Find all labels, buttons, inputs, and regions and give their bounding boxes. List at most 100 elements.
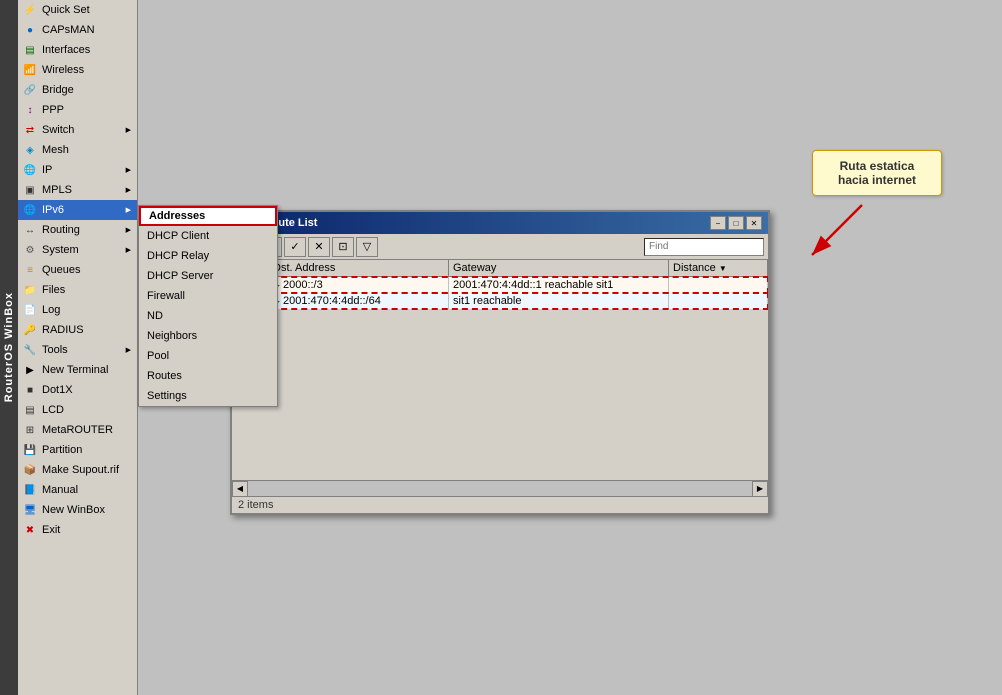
sidebar-item-dot1x[interactable]: ■ Dot1X bbox=[18, 380, 137, 400]
sidebar-label-interfaces: Interfaces bbox=[42, 44, 90, 56]
column-gateway[interactable]: Gateway bbox=[449, 260, 669, 277]
metarouter-icon: ⊞ bbox=[22, 422, 38, 438]
submenu-item-settings[interactable]: Settings bbox=[139, 386, 277, 406]
sidebar-item-mpls[interactable]: ▣ MPLS bbox=[18, 180, 137, 200]
winbox-text: RouterOS WinBox bbox=[3, 292, 15, 402]
addresses-label: Addresses bbox=[149, 210, 205, 222]
submenu-item-addresses[interactable]: Addresses bbox=[139, 206, 277, 226]
sidebar-item-switch[interactable]: ⇄ Switch bbox=[18, 120, 137, 140]
sidebar-label-manual: Manual bbox=[42, 484, 78, 496]
submenu-item-dhcp-relay[interactable]: DHCP Relay bbox=[139, 246, 277, 266]
dhcp-client-label: DHCP Client bbox=[147, 230, 209, 242]
pool-label: Pool bbox=[147, 350, 169, 362]
submenu-item-neighbors[interactable]: Neighbors bbox=[139, 326, 277, 346]
wireless-icon: 📶 bbox=[22, 62, 38, 78]
route-table-container: Dst. Address Gateway Distance ▼ AS ▶ 200… bbox=[232, 260, 768, 480]
queues-icon: ≡ bbox=[22, 262, 38, 278]
column-dst-address[interactable]: Dst. Address bbox=[269, 260, 449, 277]
submenu-item-dhcp-server[interactable]: DHCP Server bbox=[139, 266, 277, 286]
row-gateway-as: 2001:470:4:4dd::1 reachable sit1 bbox=[449, 277, 669, 294]
routes-label: Routes bbox=[147, 370, 182, 382]
scroll-track[interactable] bbox=[248, 481, 752, 496]
sidebar-item-lcd[interactable]: ▤ LCD bbox=[18, 400, 137, 420]
routing-icon: ↔ bbox=[22, 222, 38, 238]
sidebar-item-metarouter[interactable]: ⊞ MetaROUTER bbox=[18, 420, 137, 440]
sidebar-item-interfaces[interactable]: ▤ Interfaces bbox=[18, 40, 137, 60]
scroll-left-button[interactable]: ◀ bbox=[232, 481, 248, 497]
sidebar-label-metarouter: MetaROUTER bbox=[42, 424, 113, 436]
submenu-item-nd[interactable]: ND bbox=[139, 306, 277, 326]
sidebar-label-log: Log bbox=[42, 304, 60, 316]
sidebar-item-radius[interactable]: 🔑 RADIUS bbox=[18, 320, 137, 340]
sidebar-item-files[interactable]: 📁 Files bbox=[18, 280, 137, 300]
sidebar-item-routing[interactable]: ↔ Routing bbox=[18, 220, 137, 240]
submenu-item-routes[interactable]: Routes bbox=[139, 366, 277, 386]
table-row[interactable]: AS ▶ 2000::/3 2001:470:4:4dd::1 reachabl… bbox=[232, 277, 768, 294]
route-window: IPv6 Route List − □ ✕ + − ✓ ✕ ⊡ ▽ Dst. A… bbox=[230, 210, 770, 515]
switch-icon: ⇄ bbox=[22, 122, 38, 138]
sidebar-item-mesh[interactable]: ◈ Mesh bbox=[18, 140, 137, 160]
cross-button[interactable]: ✕ bbox=[308, 237, 330, 257]
nd-label: ND bbox=[147, 310, 163, 322]
sidebar-item-ppp[interactable]: ↕ PPP bbox=[18, 100, 137, 120]
route-scrollbar: ◀ ▶ bbox=[232, 480, 768, 496]
scroll-right-button[interactable]: ▶ bbox=[752, 481, 768, 497]
close-button[interactable]: ✕ bbox=[746, 216, 762, 230]
sidebar-item-ip[interactable]: 🌐 IP bbox=[18, 160, 137, 180]
sidebar-item-bridge[interactable]: 🔗 Bridge bbox=[18, 80, 137, 100]
sidebar-item-partition[interactable]: 💾 Partition bbox=[18, 440, 137, 460]
sidebar-item-make-supout[interactable]: 📦 Make Supout.rif bbox=[18, 460, 137, 480]
minimize-button[interactable]: − bbox=[710, 216, 726, 230]
sidebar-label-files: Files bbox=[42, 284, 65, 296]
filter-button[interactable]: ▽ bbox=[356, 237, 378, 257]
sidebar-label-lcd: LCD bbox=[42, 404, 64, 416]
dhcp-server-label: DHCP Server bbox=[147, 270, 213, 282]
check-button[interactable]: ✓ bbox=[284, 237, 306, 257]
settings-label: Settings bbox=[147, 390, 187, 402]
sidebar: ⚡ Quick Set ● CAPsMAN ▤ Interfaces 📶 Wir… bbox=[18, 0, 138, 695]
sidebar-item-ipv6[interactable]: 🌐 IPv6 bbox=[18, 200, 137, 220]
sidebar-label-new-terminal: New Terminal bbox=[42, 364, 108, 376]
sidebar-label-ip: IP bbox=[42, 164, 52, 176]
make-supout-icon: 📦 bbox=[22, 462, 38, 478]
sidebar-item-manual[interactable]: 📘 Manual bbox=[18, 480, 137, 500]
sidebar-label-switch: Switch bbox=[42, 124, 74, 136]
route-toolbar: + − ✓ ✕ ⊡ ▽ bbox=[232, 234, 768, 260]
sidebar-item-new-winbox[interactable]: 🖥 New WinBox bbox=[18, 500, 137, 520]
mpls-icon: ▣ bbox=[22, 182, 38, 198]
sidebar-label-ipv6: IPv6 bbox=[42, 204, 64, 216]
sidebar-item-system[interactable]: ⚙ System bbox=[18, 240, 137, 260]
sidebar-item-quick-set[interactable]: ⚡ Quick Set bbox=[18, 0, 137, 20]
neighbors-label: Neighbors bbox=[147, 330, 197, 342]
sidebar-label-wireless: Wireless bbox=[42, 64, 84, 76]
interfaces-icon: ▤ bbox=[22, 42, 38, 58]
exit-icon: ✖ bbox=[22, 522, 38, 538]
table-row[interactable]: DAC ▶ 2001:470:4:4dd::/64 sit1 reachable bbox=[232, 293, 768, 309]
sidebar-item-exit[interactable]: ✖ Exit bbox=[18, 520, 137, 540]
sidebar-label-capsman: CAPsMAN bbox=[42, 24, 95, 36]
submenu-item-pool[interactable]: Pool bbox=[139, 346, 277, 366]
row-gateway-dac: sit1 reachable bbox=[449, 293, 669, 309]
sidebar-item-tools[interactable]: 🔧 Tools bbox=[18, 340, 137, 360]
sidebar-item-wireless[interactable]: 📶 Wireless bbox=[18, 60, 137, 80]
sidebar-label-routing: Routing bbox=[42, 224, 80, 236]
route-table: Dst. Address Gateway Distance ▼ AS ▶ 200… bbox=[232, 260, 768, 309]
ipv6-icon: 🌐 bbox=[22, 202, 38, 218]
maximize-button[interactable]: □ bbox=[728, 216, 744, 230]
sidebar-label-system: System bbox=[42, 244, 79, 256]
copy-button[interactable]: ⊡ bbox=[332, 237, 354, 257]
submenu-item-firewall[interactable]: Firewall bbox=[139, 286, 277, 306]
sidebar-item-queues[interactable]: ≡ Queues bbox=[18, 260, 137, 280]
sidebar-item-capsman[interactable]: ● CAPsMAN bbox=[18, 20, 137, 40]
firewall-label: Firewall bbox=[147, 290, 185, 302]
sidebar-item-new-terminal[interactable]: ▶ New Terminal bbox=[18, 360, 137, 380]
submenu-item-dhcp-client[interactable]: DHCP Client bbox=[139, 226, 277, 246]
ipv6-submenu: Addresses DHCP Client DHCP Relay DHCP Se… bbox=[138, 205, 278, 407]
sidebar-label-make-supout: Make Supout.rif bbox=[42, 464, 119, 476]
find-input[interactable] bbox=[644, 238, 764, 256]
ip-icon: 🌐 bbox=[22, 162, 38, 178]
route-window-titlebar: IPv6 Route List − □ ✕ bbox=[232, 212, 768, 234]
tools-icon: 🔧 bbox=[22, 342, 38, 358]
column-distance[interactable]: Distance ▼ bbox=[669, 260, 768, 277]
sidebar-item-log[interactable]: 📄 Log bbox=[18, 300, 137, 320]
